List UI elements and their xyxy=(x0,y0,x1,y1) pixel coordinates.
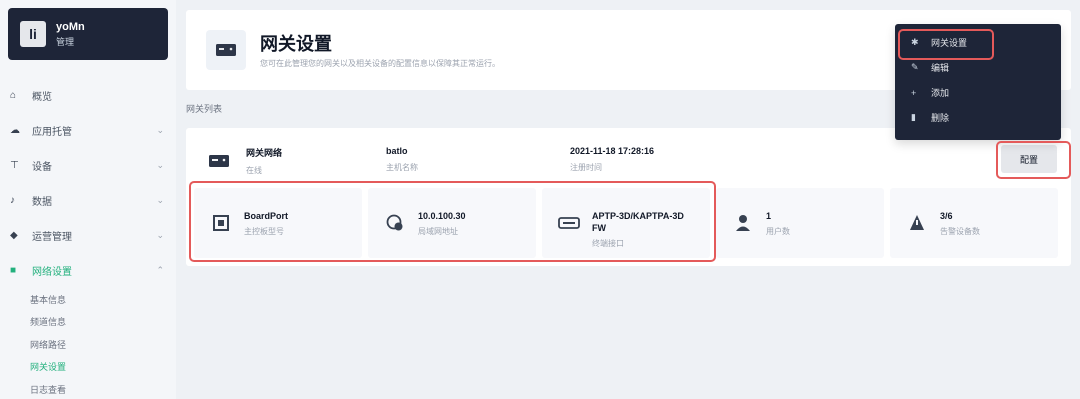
menu-item-delete[interactable]: ▮ 删除 xyxy=(895,105,1061,130)
menu-item-label: 添加 xyxy=(931,88,950,98)
sidebar-subitem-logs[interactable]: 日志查看 xyxy=(30,378,176,399)
home-icon: ⌂ xyxy=(10,90,17,101)
page-description: 您可在此管理您的网关以及相关设备的配置信息以保障其正常运行。 xyxy=(260,59,500,68)
user-role: 管理 xyxy=(56,36,75,47)
gateway-registered-time: 2021-11-18 17:28:16 xyxy=(570,146,655,156)
property-value-line2: FW xyxy=(592,223,606,233)
menu-item-label: 网关设置 xyxy=(931,38,968,48)
brand-card[interactable]: li yoMn 管理 xyxy=(8,8,168,60)
gateway-name-cell: 网关网络 在线 xyxy=(246,146,282,176)
gateway-header-icon xyxy=(206,30,246,70)
sidebar-subitem-network-path[interactable]: 网络路径 xyxy=(30,333,176,356)
property-lan-ip: 10.0.100.30 局域网地址 xyxy=(368,188,536,258)
chevron-down-icon: ⌄ xyxy=(156,195,164,205)
property-text: APTP-3D/KAPTPA-3D FW 终端接口 xyxy=(592,210,684,249)
menu-item-label: 编辑 xyxy=(931,63,950,73)
edit-icon: ✎ xyxy=(911,62,919,72)
configure-button[interactable]: 配置 xyxy=(1001,145,1057,173)
cloud-icon: ☁ xyxy=(10,125,20,136)
page-title: 网关设置 xyxy=(260,34,332,54)
chevron-up-icon: ⌃ xyxy=(156,265,164,275)
property-label: 用户数 xyxy=(766,227,790,236)
menu-item-add[interactable]: + 添加 xyxy=(895,80,1061,105)
menu-item-label: 删除 xyxy=(931,113,950,123)
sidebar-item-label: 应用托管 xyxy=(32,127,72,138)
settings-icon: ✱ xyxy=(911,37,919,47)
gateway-name: 网关网络 xyxy=(246,148,283,158)
sidebar-item-label: 数据 xyxy=(32,197,52,208)
property-label: 主控板型号 xyxy=(244,227,284,236)
gateway-registered-label: 注册时间 xyxy=(570,163,602,172)
gateway-device-icon xyxy=(208,152,230,170)
gateway-status: 在线 xyxy=(246,166,262,175)
actions-menu: ✱ 网关设置 ✎ 编辑 + 添加 ▮ 删除 xyxy=(895,24,1061,140)
sidebar-item-label: 运营管理 xyxy=(32,232,72,243)
gateway-card: 网关网络 在线 batlo 主机名称 2021-11-18 17:28:16 注… xyxy=(186,128,1071,266)
chevron-down-icon: ⌄ xyxy=(156,125,164,135)
gateway-icon: ■ xyxy=(10,265,17,276)
property-value: APTP-3D/KAPTPA-3D xyxy=(592,211,684,221)
property-terminal: APTP-3D/KAPTPA-3D FW 终端接口 xyxy=(542,188,710,258)
trash-icon: ▮ xyxy=(911,112,916,122)
sidebar-item-network-settings[interactable]: ■ 网络设置 ⌃ xyxy=(0,253,176,288)
property-label: 告警设备数 xyxy=(940,227,980,236)
property-text: BoardPort 主控板型号 xyxy=(244,210,288,237)
chevron-down-icon: ⌄ xyxy=(156,230,164,240)
property-board: BoardPort 主控板型号 xyxy=(194,188,362,258)
chip-icon xyxy=(208,210,234,236)
section-label: 网关列表 xyxy=(186,104,223,114)
gateway-properties: BoardPort 主控板型号 10.0.100.30 局域网地址 APTP-3… xyxy=(194,188,1064,258)
sidebar-item-label: 概览 xyxy=(32,92,52,103)
property-label: 终端接口 xyxy=(592,239,624,248)
chart-icon: ♪ xyxy=(10,195,15,206)
property-value: BoardPort xyxy=(244,211,289,221)
property-value: 1 xyxy=(766,211,772,221)
sidebar: li yoMn 管理 ⌂ 概览 ☁ 应用托管 ⌄ ⊤ 设备 ⌄ ♪ 数据 ⌄ ◆ xyxy=(0,0,176,399)
sidebar-subnav: 基本信息 频道信息 网络路径 网关设置 日志查看 xyxy=(0,288,176,399)
brand-text: yoMn 管理 xyxy=(56,21,85,48)
sidebar-item-label: 设备 xyxy=(32,162,52,173)
property-text: 1 用户数 xyxy=(766,210,790,237)
user-name: yoMn xyxy=(56,20,85,33)
sidebar-item-devices[interactable]: ⊤ 设备 ⌄ xyxy=(0,148,176,183)
sidebar-nav: ⌂ 概览 ☁ 应用托管 ⌄ ⊤ 设备 ⌄ ♪ 数据 ⌄ ◆ 运营管理 ⌄ ■ 网… xyxy=(0,78,176,399)
chevron-down-icon: ⌄ xyxy=(156,160,164,170)
sidebar-subitem-basic-info[interactable]: 基本信息 xyxy=(30,288,176,311)
property-value: 3/6 xyxy=(940,211,953,221)
gateway-host: batlo xyxy=(386,146,408,156)
menu-item-gateway-settings[interactable]: ✱ 网关设置 xyxy=(895,30,1061,55)
app-logo-icon: li xyxy=(20,21,46,47)
sidebar-item-label: 网络设置 xyxy=(32,267,72,278)
menu-item-edit[interactable]: ✎ 编辑 xyxy=(895,55,1061,80)
property-text: 3/6 告警设备数 xyxy=(940,210,980,237)
sidebar-subitem-gateway-settings[interactable]: 网关设置 xyxy=(30,356,176,379)
gateway-host-label: 主机名称 xyxy=(386,163,418,172)
gateway-time-cell: 2021-11-18 17:28:16 注册时间 xyxy=(570,146,654,173)
sidebar-item-overview[interactable]: ⌂ 概览 xyxy=(0,78,176,113)
plug-icon: ⊤ xyxy=(10,160,19,171)
sidebar-subitem-channel-info[interactable]: 频道信息 xyxy=(30,311,176,334)
sidebar-item-app-hosting[interactable]: ☁ 应用托管 ⌄ xyxy=(0,113,176,148)
property-text: 10.0.100.30 局域网地址 xyxy=(418,210,466,237)
property-value: 10.0.100.30 xyxy=(418,211,466,221)
person-icon xyxy=(730,210,756,236)
property-users: 1 用户数 xyxy=(716,188,884,258)
sidebar-item-operations[interactable]: ◆ 运营管理 ⌄ xyxy=(0,218,176,253)
wifi-globe-icon xyxy=(382,210,408,236)
user-icon: ◆ xyxy=(10,230,18,241)
warning-icon xyxy=(904,210,930,236)
property-label: 局域网地址 xyxy=(418,227,458,236)
property-alerts: 3/6 告警设备数 xyxy=(890,188,1058,258)
plus-icon: + xyxy=(911,87,917,98)
gateway-host-cell: batlo 主机名称 xyxy=(386,146,418,173)
gateway-info-row: 网关网络 在线 batlo 主机名称 2021-11-18 17:28:16 注… xyxy=(186,146,1071,186)
router-icon xyxy=(556,210,582,236)
sidebar-item-data[interactable]: ♪ 数据 ⌄ xyxy=(0,183,176,218)
